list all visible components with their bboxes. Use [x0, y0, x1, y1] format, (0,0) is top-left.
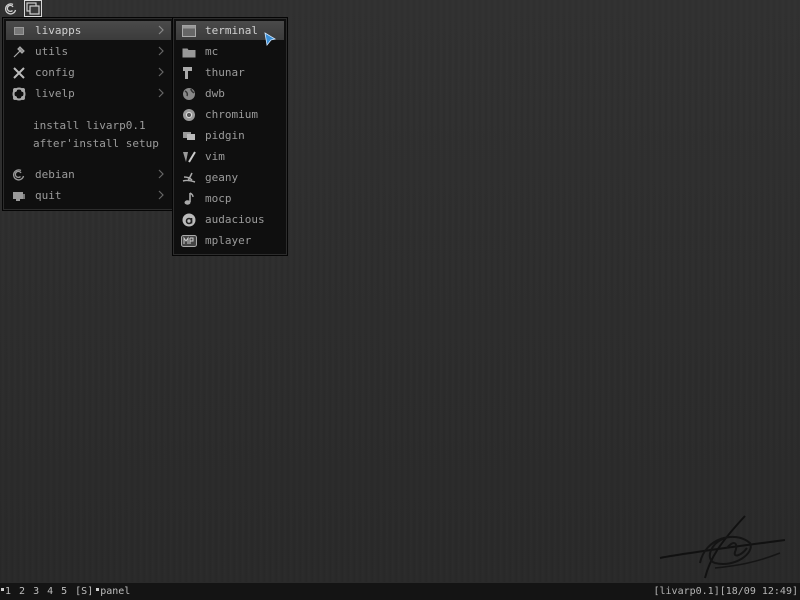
submenu-item-label: audacious — [205, 213, 265, 226]
submenu-item-label: pidgin — [205, 129, 245, 142]
submenu-item-label: mocp — [205, 192, 232, 205]
submenu-item-geany[interactable]: geany — [176, 168, 284, 187]
debian-swirl-icon[interactable] — [2, 0, 20, 17]
main-menu: livapps utils config livelp install liva… — [3, 18, 174, 210]
chevron-right-icon — [158, 169, 164, 179]
submenu-item-mplayer[interactable]: mplayer — [176, 231, 284, 250]
menu-item-label: config — [35, 66, 75, 79]
folder-icon — [181, 44, 197, 60]
submenu-item-label: dwb — [205, 87, 225, 100]
workspace-list: 1 2 3 4 5 [S] panel — [1, 586, 138, 597]
menu-item-label: install livarp0.1 — [33, 119, 146, 132]
chevron-right-icon — [158, 67, 164, 77]
workspace-4[interactable]: 4 — [47, 586, 53, 597]
terminal-icon — [181, 23, 197, 39]
submenu-item-pidgin[interactable]: pidgin — [176, 126, 284, 145]
chevron-right-icon — [158, 88, 164, 98]
submenu-item-thunar[interactable]: thunar — [176, 63, 284, 82]
menu-item-livapps[interactable]: livapps — [6, 21, 171, 40]
menu-item-label: livapps — [35, 24, 82, 37]
lifebuoy-icon — [11, 86, 27, 102]
workspace-5[interactable]: 5 — [61, 586, 67, 597]
submenu-item-label: thunar — [205, 66, 245, 79]
submenu-item-label: vim — [205, 150, 225, 163]
menu-item-utils[interactable]: utils — [6, 42, 171, 61]
chevron-right-icon — [158, 25, 164, 35]
workspace-1[interactable]: 1 — [1, 586, 11, 597]
menu-item-label: after'install setup — [33, 137, 159, 150]
tools-icon — [11, 44, 27, 60]
vim-icon — [181, 149, 197, 165]
menu-item-install[interactable]: install livarp0.1 — [6, 116, 171, 135]
submenu-item-label: geany — [205, 171, 239, 184]
livapps-submenu: terminal mc thunar dwb chromium pidgin v… — [173, 18, 287, 255]
submenu-item-dwb[interactable]: dwb — [176, 84, 284, 103]
submenu-item-label: chromium — [205, 108, 258, 121]
music-note-icon — [181, 191, 197, 207]
menu-item-label: quit — [35, 189, 62, 202]
monitor-icon — [11, 188, 27, 204]
wrench-screwdriver-icon — [11, 65, 27, 81]
menu-item-livelp[interactable]: livelp — [6, 84, 171, 103]
taskbar: 1 2 3 4 5 [S] panel [livarp0.1][18/09 12… — [0, 582, 800, 600]
workspace-3[interactable]: 3 — [33, 586, 39, 597]
menu-item-label: debian — [35, 168, 75, 181]
menu-item-label: livelp — [35, 87, 75, 100]
folder-icon — [11, 23, 27, 39]
submenu-item-vim[interactable]: vim — [176, 147, 284, 166]
chevron-right-icon — [158, 46, 164, 56]
mplayer-icon — [181, 233, 197, 249]
globe-icon — [181, 86, 197, 102]
debian-swirl-icon — [11, 167, 27, 183]
chromium-icon — [181, 107, 197, 123]
window-stack-icon[interactable] — [24, 0, 42, 17]
chevron-right-icon — [158, 190, 164, 200]
geany-icon — [181, 170, 197, 186]
menu-item-config[interactable]: config — [6, 63, 171, 82]
layout-indicator[interactable]: [S] — [75, 586, 93, 597]
workspace-2[interactable]: 2 — [19, 586, 25, 597]
submenu-item-label: mplayer — [205, 234, 252, 247]
menu-item-quit[interactable]: quit — [6, 186, 171, 205]
menu-item-label: utils — [35, 45, 69, 58]
submenu-item-label: mc — [205, 45, 219, 58]
status-text: [livarp0.1][18/09 12:49] — [653, 586, 799, 597]
file-manager-icon — [181, 65, 197, 81]
submenu-item-audacious[interactable]: audacious — [176, 210, 284, 229]
menu-item-debian[interactable]: debian — [6, 165, 171, 184]
audacious-icon — [181, 212, 197, 228]
submenu-item-mocp[interactable]: mocp — [176, 189, 284, 208]
mouse-cursor-icon — [264, 32, 276, 46]
task-panel[interactable]: panel — [96, 586, 130, 597]
signature-logo — [659, 515, 786, 579]
menu-item-after-install-setup[interactable]: after'install setup — [6, 134, 171, 153]
launcher — [0, 0, 42, 17]
submenu-item-chromium[interactable]: chromium — [176, 105, 284, 124]
submenu-item-label: terminal — [205, 24, 258, 37]
chat-icon — [181, 128, 197, 144]
